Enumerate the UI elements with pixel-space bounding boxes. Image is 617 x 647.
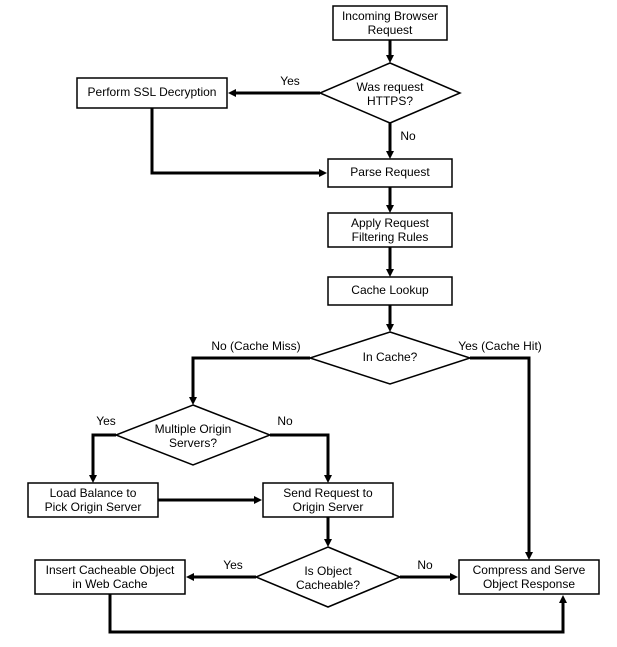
lbl: Insert Cacheable Object <box>46 563 175 577</box>
node-is-cacheable: Is Object Cacheable? <box>256 547 400 607</box>
node-insert-cache: Insert Cacheable Object in Web Cache <box>35 560 185 594</box>
lbl-no2: No <box>277 414 293 428</box>
node-compress-serve: Compress and Serve Object Response <box>459 560 599 594</box>
lbl: Perform SSL Decryption <box>88 85 217 99</box>
lbl: Origin Server <box>293 500 364 514</box>
lbl: Cache Lookup <box>351 283 429 297</box>
lbl: Filtering Rules <box>352 230 429 244</box>
node-incoming-request: Incoming Browser Request <box>333 6 447 40</box>
lbl: Request <box>368 23 413 37</box>
node-cache-lookup: Cache Lookup <box>328 277 452 305</box>
lbl: Incoming Browser <box>342 9 438 23</box>
lbl: HTTPS? <box>367 94 413 108</box>
lbl: Is Object <box>304 564 352 578</box>
edge-incache-hit <box>470 358 529 557</box>
node-filter-rules: Apply Request Filtering Rules <box>328 213 452 247</box>
node-ssl-decryption: Perform SSL Decryption <box>77 78 227 108</box>
lbl: in Web Cache <box>72 577 147 591</box>
lbl: In Cache? <box>363 350 418 364</box>
edge-multi-no <box>270 435 328 480</box>
lbl-yes: Yes <box>280 74 300 88</box>
lbl: Was request <box>357 80 425 94</box>
edge-incache-miss <box>193 358 310 402</box>
edge-ssl-to-parse <box>152 108 324 173</box>
lbl-no: No <box>400 129 416 143</box>
edge-multi-yes <box>93 435 116 480</box>
node-send-origin: Send Request to Origin Server <box>263 483 393 517</box>
lbl: Send Request to <box>283 486 373 500</box>
lbl: Servers? <box>169 436 217 450</box>
lbl-miss: No (Cache Miss) <box>211 339 300 353</box>
lbl: Apply Request <box>351 216 430 230</box>
lbl-no3: No <box>417 558 433 572</box>
lbl-yes3: Yes <box>223 558 243 572</box>
lbl: Multiple Origin <box>155 422 232 436</box>
lbl-hit: Yes (Cache Hit) <box>458 339 542 353</box>
node-in-cache: In Cache? <box>310 332 470 384</box>
node-parse-request: Parse Request <box>328 159 452 187</box>
lbl-yes2: Yes <box>96 414 116 428</box>
node-load-balance: Load Balance to Pick Origin Server <box>28 483 158 517</box>
node-multiple-origin: Multiple Origin Servers? <box>116 405 270 465</box>
lbl: Cacheable? <box>296 578 360 592</box>
lbl: Parse Request <box>350 165 430 179</box>
lbl: Pick Origin Server <box>45 500 142 514</box>
lbl: Object Response <box>483 577 575 591</box>
lbl: Compress and Serve <box>473 563 586 577</box>
node-was-https: Was request HTTPS? <box>320 63 460 123</box>
lbl: Load Balance to <box>50 486 137 500</box>
